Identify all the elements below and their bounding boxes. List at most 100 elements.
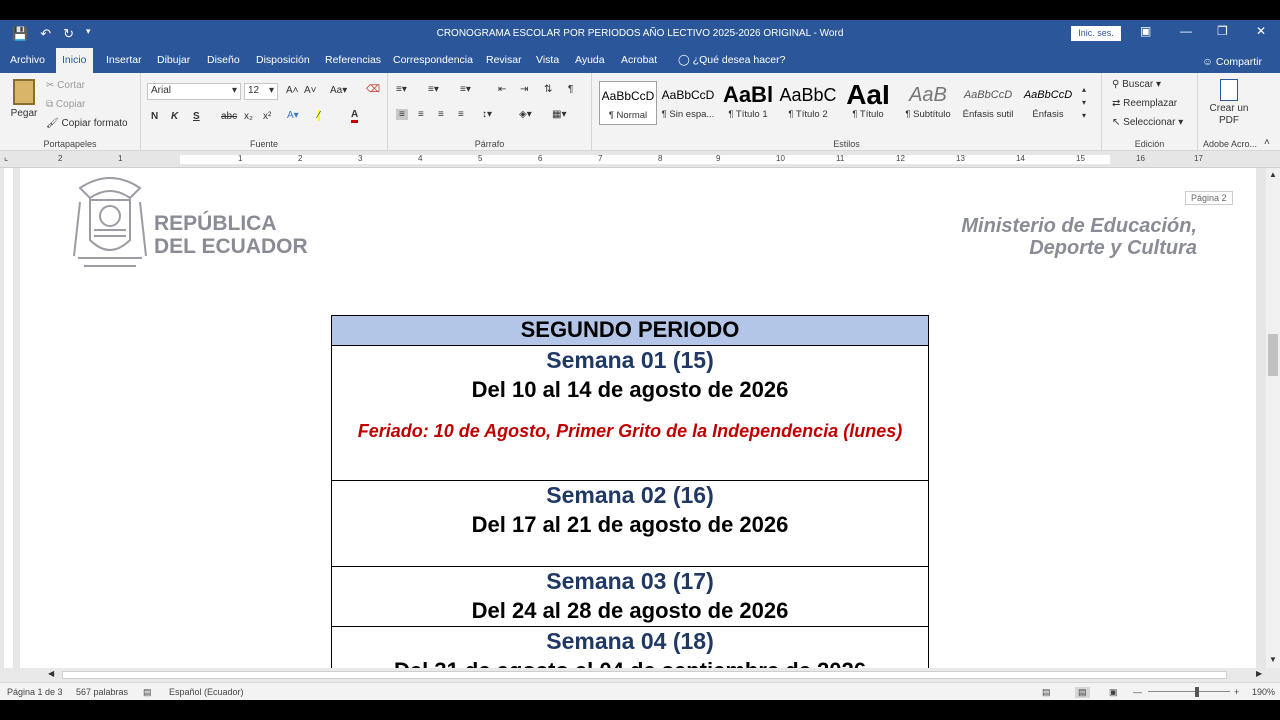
tab-revisar[interactable]: Revisar — [480, 48, 528, 73]
font-size-select[interactable]: 12 ▾ — [244, 83, 278, 100]
week-label: Semana 02 (16) — [546, 482, 714, 508]
tell-me-box[interactable]: ◯ ¿Qué desea hacer? — [672, 48, 791, 73]
paste-button[interactable]: Pegar — [8, 79, 40, 119]
share-button[interactable]: ☺ Compartir — [1202, 48, 1262, 76]
justify-icon[interactable]: ≡ — [458, 109, 464, 120]
tab-inicio[interactable]: Inicio — [56, 48, 93, 73]
style-normal[interactable]: AaBbCcD ¶ Normal — [599, 81, 657, 125]
signin-button[interactable]: Inic. ses. — [1071, 26, 1121, 41]
tab-selector-icon[interactable]: ⌞ — [4, 152, 8, 163]
style-subtitle[interactable]: AaB ¶ Subtítulo — [899, 81, 957, 125]
tab-acrobat[interactable]: Acrobat — [615, 48, 663, 73]
tab-vista[interactable]: Vista — [530, 48, 565, 73]
replace-button[interactable]: ⇄ Reemplazar — [1112, 98, 1177, 109]
superscript-icon[interactable]: x² — [263, 111, 271, 122]
page-count[interactable]: Página 1 de 3 — [7, 687, 63, 697]
document-canvas[interactable]: Página 2 REPÚBLICA DEL ECUADOR Ministeri… — [16, 168, 1266, 668]
select-button[interactable]: ↖ Seleccionar ▾ — [1112, 117, 1183, 128]
scroll-down-icon[interactable]: ▼ — [1269, 655, 1277, 664]
decrease-indent-icon[interactable]: ⇤ — [498, 84, 506, 95]
table-row[interactable]: Semana 03 (17) Del 24 al 28 de agosto de… — [331, 566, 929, 627]
zoom-in-icon[interactable]: + — [1234, 687, 1239, 697]
align-center-icon[interactable]: ≡ — [418, 109, 424, 120]
zoom-level[interactable]: 190% — [1252, 687, 1275, 697]
title-bar: 💾 ↶ ↻ ▾ CRONOGRAMA ESCOLAR POR PERIODOS … — [0, 20, 1280, 48]
italic-icon[interactable]: K — [171, 111, 178, 122]
style-title[interactable]: AaI ¶ Título — [839, 81, 897, 125]
scroll-up-icon[interactable]: ▲ — [1269, 170, 1277, 179]
print-layout-icon[interactable]: ▤ — [1075, 687, 1090, 698]
tab-diseno[interactable]: Diseño — [201, 48, 246, 73]
language-label[interactable]: Español (Ecuador) — [169, 687, 244, 697]
table-row[interactable]: Semana 04 (18) Del 31 de agosto al 04 de… — [331, 626, 929, 668]
bold-icon[interactable]: N — [151, 111, 158, 122]
bullets-icon[interactable]: ≡▾ — [396, 84, 407, 95]
horizontal-ruler[interactable]: ⌞ 2 1 1 2 3 4 5 6 7 8 9 10 11 12 13 14 1… — [0, 151, 1280, 168]
sort-icon[interactable]: ⇅ — [544, 84, 552, 95]
collapse-ribbon-icon[interactable]: ˄ — [1264, 137, 1270, 148]
schedule-table[interactable]: SEGUNDO PERIODO Semana 01 (15) Del 10 al… — [331, 315, 929, 668]
tab-correspondencia[interactable]: Correspondencia — [387, 48, 479, 73]
style-label: ¶ Título 2 — [788, 109, 828, 120]
create-pdf-button[interactable]: Crear un PDF — [1204, 79, 1254, 127]
style-subtle-emphasis[interactable]: AaBbCcD Énfasis sutil — [959, 81, 1017, 125]
tab-archivo[interactable]: Archivo — [4, 48, 51, 73]
proofing-icon[interactable]: ▤ — [143, 687, 152, 698]
tab-dibujar[interactable]: Dibujar — [151, 48, 196, 73]
table-row[interactable]: Semana 02 (16) Del 17 al 21 de agosto de… — [331, 480, 929, 567]
hscroll-thumb[interactable] — [62, 671, 1227, 679]
tab-disposicion[interactable]: Disposición — [250, 48, 316, 73]
shading-icon[interactable]: ◈▾ — [519, 109, 532, 120]
change-case-icon[interactable]: Aa▾ — [330, 85, 347, 96]
shrink-font-icon[interactable]: A˅ — [304, 85, 317, 96]
horizontal-scrollbar[interactable]: ◀ ▶ — [0, 668, 1280, 682]
line-spacing-icon[interactable]: ↕▾ — [482, 109, 492, 120]
highlight-icon[interactable]: ⁄ — [318, 110, 320, 121]
find-button[interactable]: ⚲ Buscar ▾ — [1112, 79, 1161, 90]
align-right-icon[interactable]: ≡ — [438, 109, 444, 120]
table-row[interactable]: Semana 01 (15) Del 10 al 14 de agosto de… — [331, 345, 929, 481]
numbering-icon[interactable]: ≡▾ — [428, 84, 439, 95]
style-heading-1[interactable]: AaBl ¶ Título 1 — [719, 81, 777, 125]
styles-scroll-icon[interactable]: ▴ ▾ ▾ — [1082, 83, 1086, 122]
zoom-slider-thumb[interactable] — [1195, 687, 1199, 697]
minimize-icon[interactable]: — — [1180, 24, 1192, 38]
zoom-slider[interactable] — [1148, 691, 1230, 692]
restore-icon[interactable]: ❐ — [1217, 24, 1228, 38]
font-name-value: Arial — [151, 85, 172, 96]
pilcrow-icon[interactable]: ¶ — [568, 84, 573, 95]
scroll-right-icon[interactable]: ▶ — [1256, 669, 1262, 678]
vertical-scrollbar[interactable]: ▲ ▼ — [1266, 168, 1280, 668]
scroll-thumb[interactable] — [1268, 334, 1278, 376]
font-color-icon[interactable]: A — [351, 109, 359, 123]
increase-indent-icon[interactable]: ⇥ — [520, 84, 528, 95]
align-left-icon[interactable]: ≡ — [396, 109, 408, 120]
tab-referencias[interactable]: Referencias — [319, 48, 387, 73]
close-icon[interactable]: ✕ — [1256, 24, 1266, 38]
tab-ayuda[interactable]: Ayuda — [569, 48, 611, 73]
web-layout-icon[interactable]: ▣ — [1109, 687, 1118, 698]
grow-font-icon[interactable]: A˄ — [286, 85, 299, 96]
scroll-left-icon[interactable]: ◀ — [48, 669, 54, 678]
document-page[interactable]: Página 2 REPÚBLICA DEL ECUADOR Ministeri… — [20, 168, 1256, 668]
style-emphasis[interactable]: AaBbCcD Énfasis — [1019, 81, 1077, 125]
multilevel-list-icon[interactable]: ≡▾ — [460, 84, 471, 95]
copy-button[interactable]: ⧉ Copiar — [46, 99, 85, 110]
ribbon-display-icon[interactable]: ▣ — [1140, 24, 1151, 38]
read-mode-icon[interactable]: ▤ — [1042, 687, 1051, 698]
word-count[interactable]: 567 palabras — [76, 687, 128, 697]
cut-button[interactable]: ✂ Cortar — [46, 80, 85, 91]
format-painter-button[interactable]: 🖌 Copiar formato — [46, 118, 128, 129]
underline-icon[interactable]: S — [193, 111, 200, 122]
style-no-spacing[interactable]: AaBbCcD ¶ Sin espa... — [659, 81, 717, 125]
text-effects-icon[interactable]: A▾ — [287, 110, 299, 121]
zoom-out-icon[interactable]: — — [1133, 687, 1142, 697]
strikethrough-icon[interactable]: abc — [221, 111, 237, 122]
font-name-select[interactable]: Arial ▾ — [147, 83, 241, 100]
subscript-icon[interactable]: x₂ — [244, 111, 253, 122]
borders-icon[interactable]: ▦▾ — [552, 109, 566, 120]
tab-insertar[interactable]: Insertar — [100, 48, 148, 73]
vertical-ruler[interactable] — [0, 168, 16, 668]
style-heading-2[interactable]: AaBbC ¶ Título 2 — [779, 81, 837, 125]
clear-format-icon[interactable]: ⌫ — [366, 84, 380, 95]
